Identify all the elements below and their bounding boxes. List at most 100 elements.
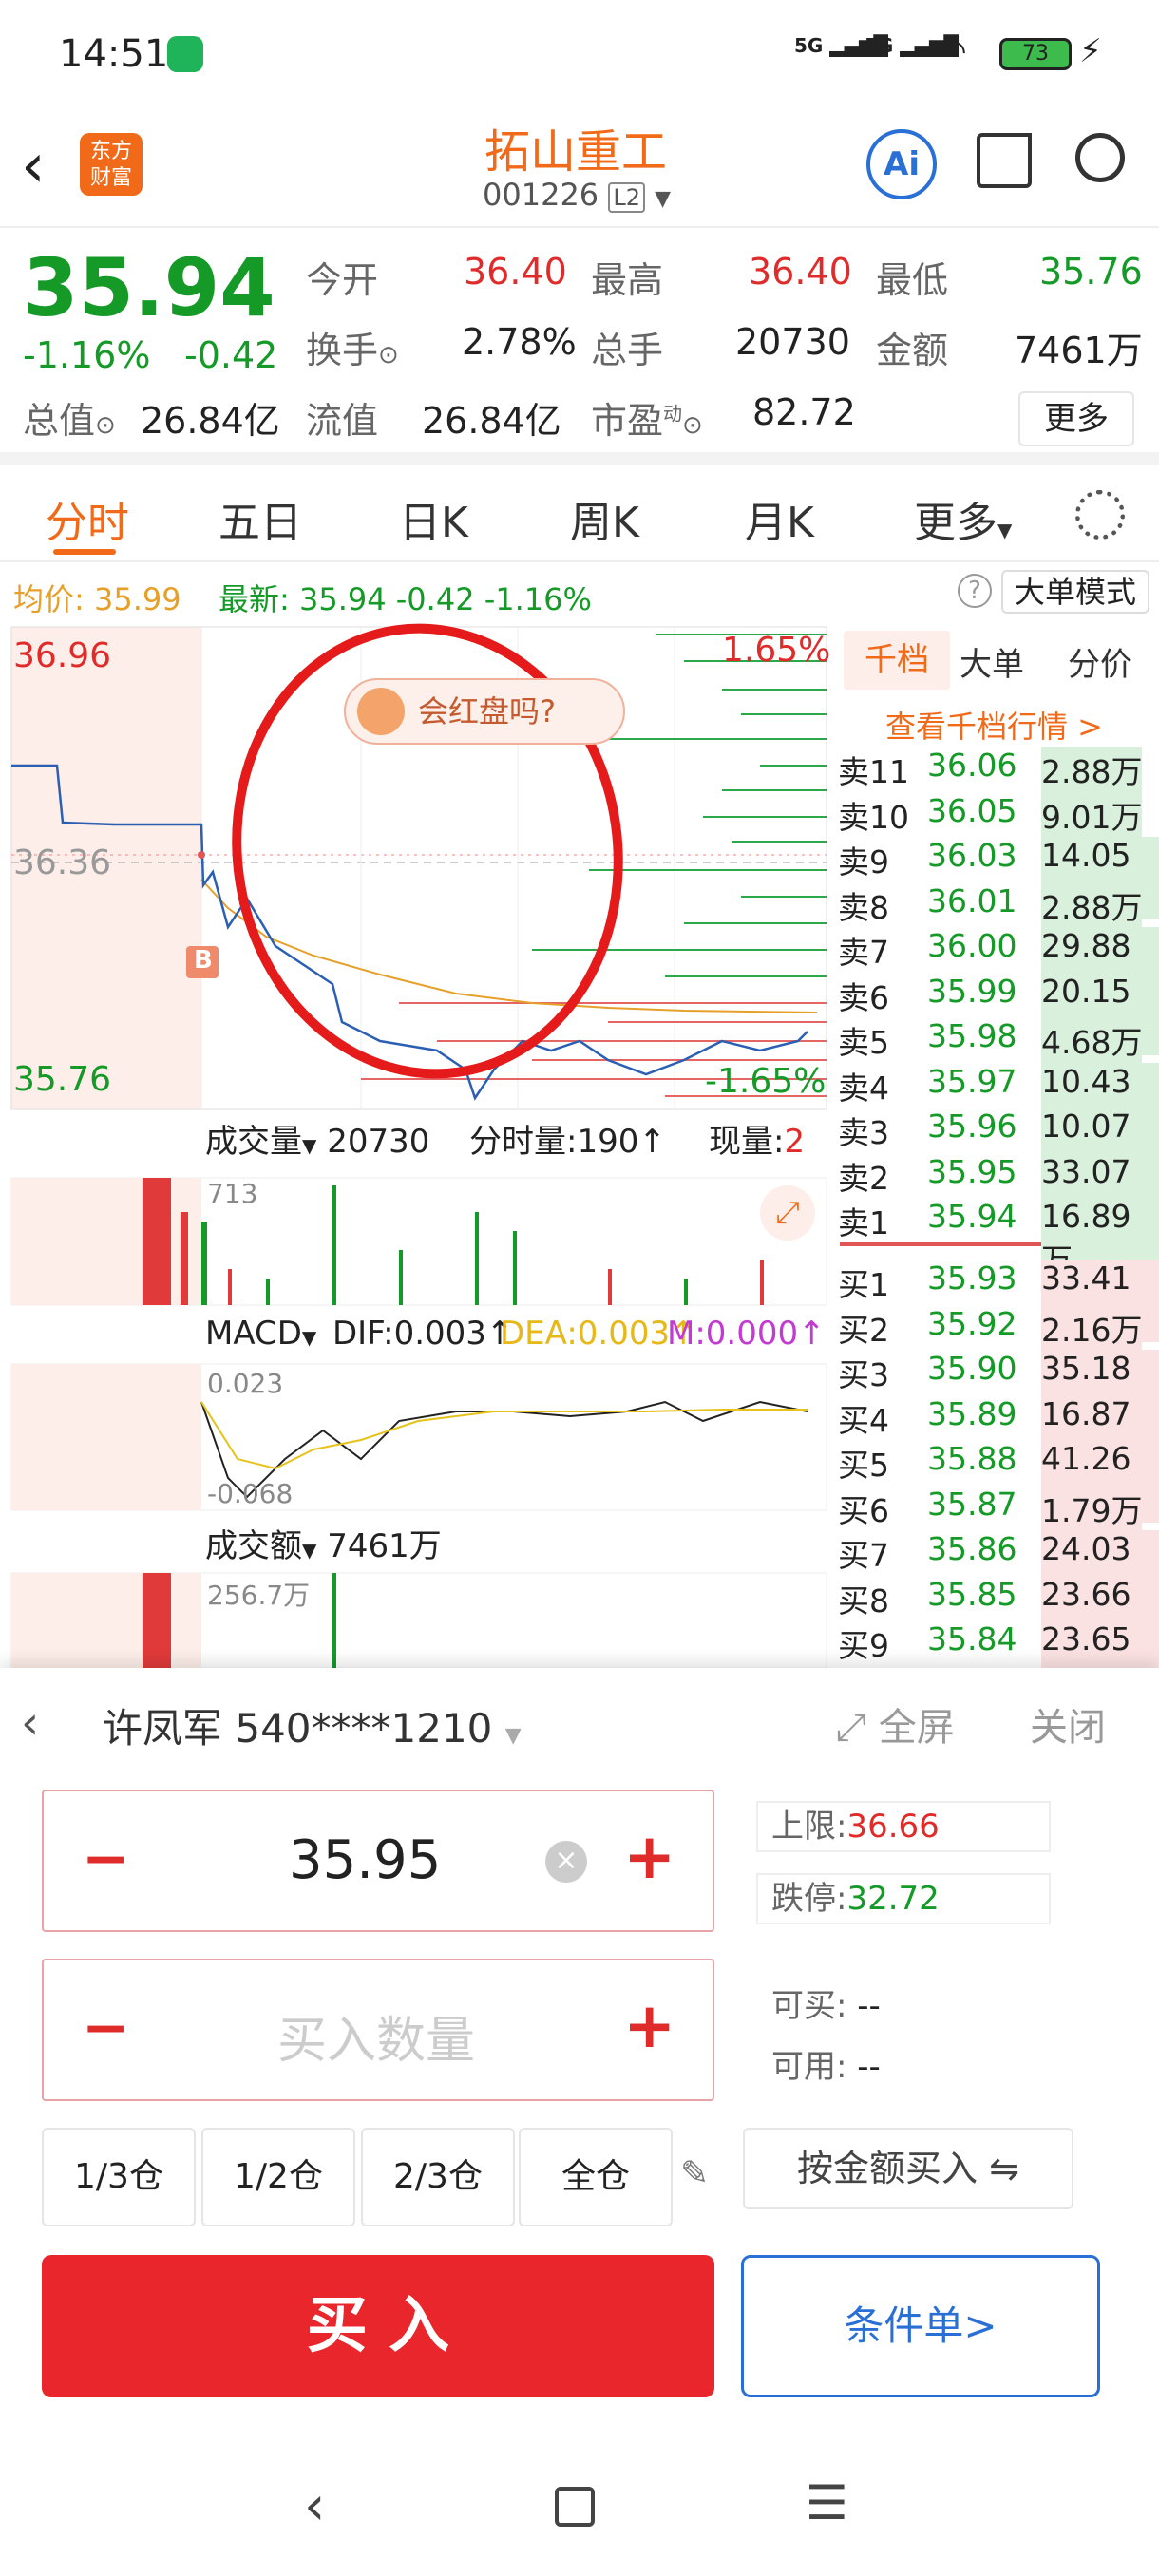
collapse-back-icon[interactable]: ‹	[21, 1696, 39, 1750]
tab-weekly-k[interactable]: 周K	[570, 488, 639, 549]
buy-row[interactable]: 买335.9035.18万	[836, 1346, 1159, 1432]
sell-row[interactable]: 卖435.9710.43万	[836, 1059, 1159, 1146]
expand-icon[interactable]: ⤢	[760, 1185, 815, 1241]
buy-point-marker[interactable]: B	[194, 946, 213, 975]
sell-row[interactable]: 卖10 36.05 9.01万	[836, 788, 1159, 838]
tab-depth[interactable]: 千档	[844, 631, 950, 690]
account-selector[interactable]: 许凤军 540****1210 ▼	[103, 1696, 522, 1754]
sell-row[interactable]: 卖335.9610.07万	[836, 1104, 1159, 1190]
tab-monthly-k[interactable]: 月K	[745, 488, 814, 549]
level-label: 买3	[838, 1356, 889, 1393]
charging-icon: ⚡	[1079, 32, 1102, 70]
help-icon[interactable]: ?	[958, 574, 992, 608]
pe-label: 市盈动⊙	[591, 400, 703, 442]
price-axis-mid: 36.36	[13, 843, 112, 882]
nav-home-icon[interactable]	[555, 2487, 595, 2527]
limit-down: 跌停:32.72	[756, 1873, 1051, 1924]
price-input[interactable]: 35.95	[289, 1829, 441, 1891]
close-button[interactable]: 关闭	[1030, 1696, 1106, 1752]
sell-row[interactable]: 卖135.9416.89万	[836, 1194, 1159, 1280]
buy-point-dot	[198, 851, 205, 859]
more-button[interactable]: 更多	[1018, 391, 1134, 446]
high-label: 最高	[591, 259, 664, 301]
intraday-chart[interactable]: 36.96 36.36 35.76 1.65% -1.65% 会红盘吗? B 成…	[0, 623, 836, 1668]
level-price: 35.99	[927, 972, 1017, 1010]
big-order-mode-button[interactable]: 大单模式	[1001, 570, 1150, 614]
back-icon[interactable]: ‹	[21, 131, 46, 201]
red-close-question-bubble[interactable]: 会红盘吗?	[344, 678, 625, 745]
buy-by-amount-button[interactable]: 按金额买入 ⇋	[743, 2128, 1074, 2209]
sell-row[interactable]: 卖736.0029.88万	[836, 923, 1159, 1010]
tab-intraday[interactable]: 分时	[46, 488, 129, 549]
tab-indicator	[53, 549, 116, 555]
edit-pencil-icon[interactable]: ✎	[680, 2154, 709, 2193]
tab-daily-k[interactable]: 日K	[399, 488, 468, 549]
stock-code[interactable]: 001226 L2 ▼	[483, 177, 671, 213]
eastmoney-logo[interactable]: 东方 财富	[80, 133, 142, 196]
buy-row[interactable]: 买135.9333.41万	[836, 1256, 1159, 1342]
clear-icon[interactable]: ×	[545, 1841, 587, 1883]
trade-panel: ‹ 许凤军 540****1210 ▼ ⤢ 全屏 关闭 − 35.95 × + …	[0, 1668, 1159, 2576]
volume-shade	[11, 1178, 201, 1305]
tab-five-day[interactable]: 五日	[218, 488, 302, 549]
view-depth-link[interactable]: 查看千档行情 >	[885, 703, 1103, 747]
sell-row[interactable]: 卖5 35.98 4.68万	[836, 1013, 1159, 1063]
search-icon[interactable]	[1075, 133, 1125, 182]
level-label: 买6	[838, 1491, 889, 1529]
avg-price-bar: 均价: 35.99 最新: 35.94 -0.42 -1.16% ? 大单模式	[0, 564, 1159, 621]
turnover-label: 换手⊙	[306, 330, 399, 371]
ai-icon[interactable]: Ai	[866, 129, 937, 199]
open-label: 今开	[306, 259, 379, 301]
buy-row[interactable]: 买2 35.92 2.16万	[836, 1301, 1159, 1351]
qty-plus-button[interactable]: +	[623, 1989, 675, 2062]
price-minus-button[interactable]: −	[82, 1826, 129, 1892]
conditional-order-button[interactable]: 条件单>	[741, 2255, 1100, 2397]
buy-row[interactable]: 买835.8523.66万	[836, 1572, 1159, 1658]
nav-back-icon[interactable]: ‹	[304, 2475, 325, 2537]
sell-row[interactable]: 卖635.9920.15万	[836, 969, 1159, 1055]
buy-button[interactable]: 买 入	[42, 2255, 714, 2397]
tab-more[interactable]: 更多▼	[914, 488, 1012, 549]
sell-row[interactable]: 卖235.9533.07万	[836, 1149, 1159, 1236]
buy-row[interactable]: 买735.8624.03万	[836, 1526, 1159, 1613]
macd-indicator-select[interactable]: MACD▼	[205, 1315, 316, 1353]
high-value: 36.40	[749, 251, 852, 293]
tab-price-split[interactable]: 分价	[1068, 638, 1132, 685]
position-full-button[interactable]: 全仓	[519, 2128, 673, 2226]
level-price: 36.05	[927, 791, 1017, 829]
position-one-third-button[interactable]: 1/3仓	[42, 2128, 196, 2226]
tab-big-order[interactable]: 大单	[960, 638, 1024, 685]
float-label: 流值	[306, 400, 379, 442]
stock-header: ‹ 东方 财富 拓山重工 001226 L2 ▼ Ai	[0, 104, 1159, 228]
sell-row[interactable]: 卖936.0314.05万	[836, 833, 1159, 919]
qty-input[interactable]: 买入数量	[277, 2000, 475, 2072]
level-label: 买4	[838, 1401, 889, 1439]
position-half-button[interactable]: 1/2仓	[201, 2128, 355, 2226]
upper-limit: 上限:36.66	[756, 1801, 1051, 1852]
level-label: 卖9	[838, 843, 889, 881]
share-icon[interactable]	[977, 133, 1032, 188]
sell-row[interactable]: 卖11 36.06 2.88万	[836, 743, 1159, 792]
tick-volume: 分时量:190↑	[469, 1123, 666, 1161]
fullscreen-button[interactable]: ⤢ 全屏	[836, 1696, 955, 1752]
wifi-icon: ◠	[939, 32, 967, 70]
sell-row[interactable]: 卖8 36.01 2.88万	[836, 879, 1159, 928]
nav-menu-icon[interactable]: ☰	[806, 2475, 848, 2530]
price-plus-button[interactable]: +	[623, 1820, 675, 1893]
level-price: 35.98	[927, 1017, 1017, 1054]
volume-indicator-select[interactable]: 成交量▼ 20730	[205, 1115, 429, 1162]
settings-gear-icon[interactable]	[1075, 490, 1125, 540]
change-value: -0.42	[184, 334, 278, 376]
level-price: 35.97	[927, 1062, 1017, 1100]
buy-row[interactable]: 买935.8423.65万	[836, 1617, 1159, 1703]
buy-row[interactable]: 买535.8841.26万	[836, 1436, 1159, 1523]
order-book: 千档 大单 分价 查看千档行情 > 卖11 36.06 2.88万 卖10 36.05 9…	[836, 623, 1159, 1703]
level-label: 卖10	[838, 798, 909, 836]
buy-row[interactable]: 买435.8916.87万	[836, 1392, 1159, 1478]
qty-minus-button[interactable]: −	[82, 1995, 129, 2061]
latest-quote: 最新: 35.94 -0.42 -1.16%	[218, 581, 592, 617]
amount-indicator-select[interactable]: 成交额▼ 7461万	[205, 1520, 442, 1566]
position-two-thirds-button[interactable]: 2/3仓	[361, 2128, 515, 2226]
level-price: 36.06	[927, 747, 1017, 784]
buy-row[interactable]: 买6 35.87 1.79万	[836, 1482, 1159, 1531]
